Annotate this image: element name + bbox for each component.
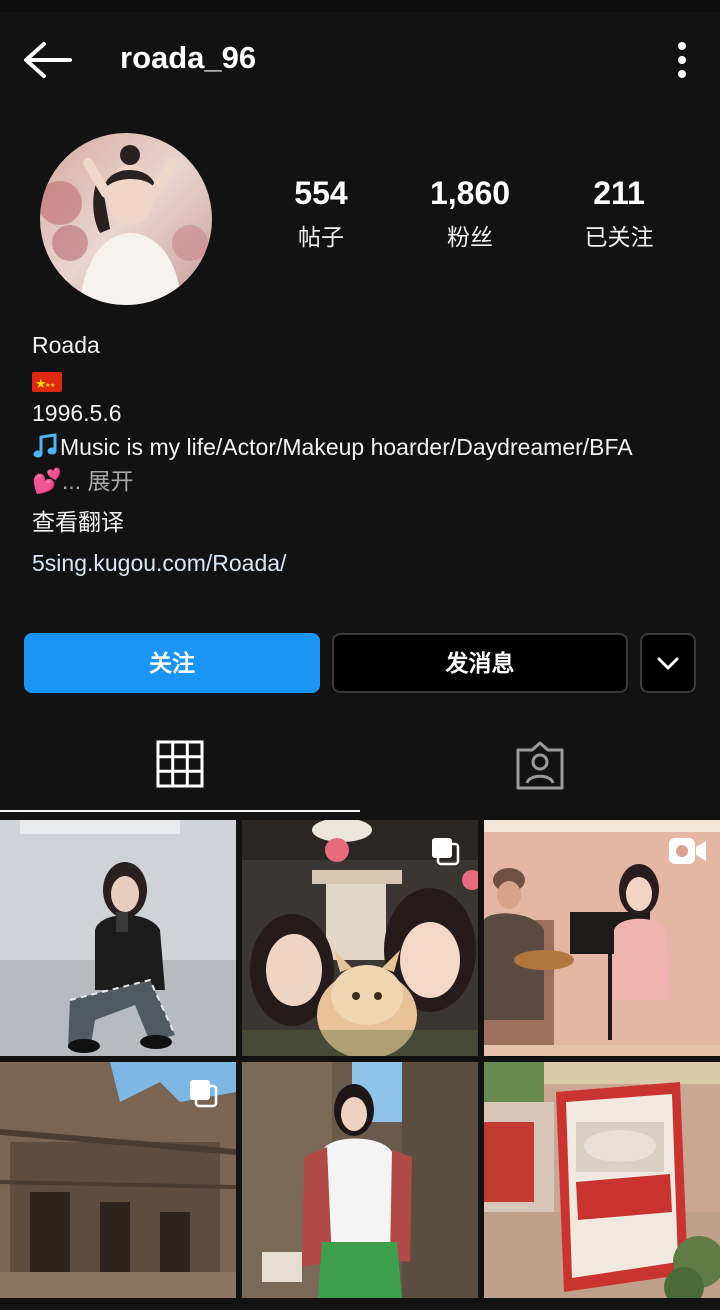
follow-button[interactable]: 关注 bbox=[24, 633, 320, 693]
post-thumbnail[interactable] bbox=[242, 820, 478, 1056]
followers-count: 1,860 bbox=[429, 175, 511, 211]
see-translation-link[interactable]: 查看翻译 bbox=[32, 507, 702, 537]
followers-label: 粉丝 bbox=[447, 224, 493, 250]
posts-count: 554 bbox=[294, 175, 348, 211]
top-app-bar: roada_96 bbox=[0, 12, 720, 108]
post-thumbnail[interactable] bbox=[0, 820, 236, 1056]
active-tab-indicator bbox=[0, 810, 360, 812]
carousel-icon bbox=[190, 1080, 218, 1108]
bio-more-line: 💕... 展开 bbox=[32, 466, 702, 497]
message-button[interactable]: 发消息 bbox=[332, 633, 628, 693]
chevron-down-icon bbox=[657, 657, 679, 670]
post-thumbnail[interactable] bbox=[484, 1062, 720, 1298]
tab-tagged[interactable] bbox=[360, 730, 720, 814]
bio-flag-line bbox=[32, 365, 702, 401]
bio-text: Music is my life/Actor/Makeup hoarder/Da… bbox=[60, 434, 633, 460]
stat-posts[interactable]: 554 帖子 bbox=[246, 172, 396, 252]
stat-following[interactable]: 211 已关注 bbox=[544, 172, 694, 252]
back-arrow-icon bbox=[24, 42, 72, 78]
tagged-person-icon bbox=[516, 741, 564, 790]
back-button[interactable] bbox=[18, 38, 76, 82]
post-thumbnail[interactable] bbox=[0, 1062, 236, 1298]
bio-name: Roada bbox=[32, 332, 100, 358]
bio-website-link[interactable]: 5sing.kugou.com/Roada/ bbox=[32, 548, 702, 578]
avatar[interactable] bbox=[40, 133, 212, 305]
carousel-icon bbox=[432, 838, 460, 866]
following-count: 211 bbox=[593, 175, 645, 211]
reel-video-icon bbox=[669, 838, 706, 864]
suggested-accounts-button[interactable] bbox=[640, 633, 696, 693]
more-vert-icon bbox=[678, 42, 686, 78]
bio-description: Music is my life/Actor/Makeup hoarder/Da… bbox=[32, 432, 702, 462]
grid-icon bbox=[156, 740, 204, 788]
post-thumbnail[interactable] bbox=[484, 820, 720, 1056]
expand-bio-link[interactable]: ... 展开 bbox=[62, 468, 134, 494]
tab-posts-grid[interactable] bbox=[0, 730, 360, 814]
status-bar bbox=[0, 0, 720, 12]
profile-screen: roada_96 554 帖子 1,860 粉丝 211 已关注 Roada ★… bbox=[0, 0, 720, 1310]
two-hearts-icon: 💕 bbox=[32, 468, 62, 495]
post-thumbnail[interactable] bbox=[242, 1062, 478, 1298]
stat-followers[interactable]: 1,860 粉丝 bbox=[395, 172, 545, 252]
bio-birthday: 1996.5.6 bbox=[32, 400, 122, 426]
more-options-button[interactable] bbox=[664, 38, 700, 82]
profile-username: roada_96 bbox=[120, 40, 257, 75]
following-label: 已关注 bbox=[584, 224, 654, 250]
posts-label: 帖子 bbox=[298, 224, 344, 250]
music-note-icon bbox=[33, 433, 57, 458]
china-flag-icon bbox=[32, 369, 62, 401]
